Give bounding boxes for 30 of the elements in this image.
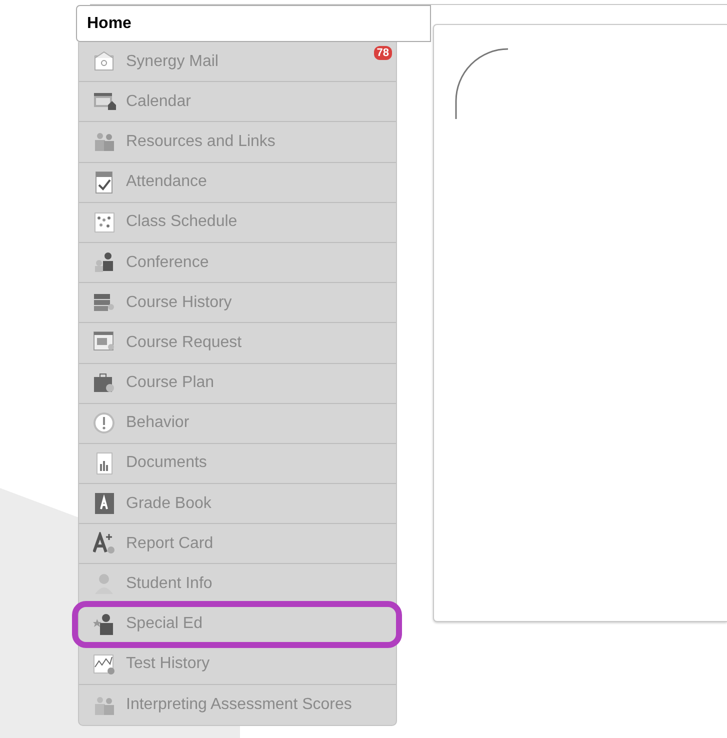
menu-item[interactable]: Grade Book [79, 484, 396, 524]
menu-item[interactable]: Behavior [79, 404, 396, 444]
menu-item[interactable]: Report Card [79, 524, 396, 564]
menu-item[interactable]: Course Request [79, 323, 396, 364]
menu-icon [93, 130, 116, 154]
menu-item[interactable]: Student Info [79, 564, 396, 605]
menu-icon [93, 50, 116, 74]
menu-item[interactable]: Resources and Links [79, 122, 396, 163]
menu-item[interactable]: Class Schedule [79, 202, 396, 243]
menu-item[interactable]: Documents [79, 444, 396, 484]
menu-icon [93, 492, 116, 516]
menu-icon [93, 652, 116, 676]
menu-item[interactable]: Interpreting Assessment Scores [79, 685, 396, 726]
menu-item[interactable]: Attendance [79, 162, 396, 203]
menu-icon [93, 612, 116, 636]
menu-icon [93, 532, 116, 556]
menu-icon [93, 210, 116, 234]
menu-icon [93, 372, 116, 395]
page-title: Home [76, 5, 431, 42]
menu-item[interactable]: Synergy Mail 78 [79, 42, 396, 82]
menu-item[interactable]: Calendar [79, 82, 396, 122]
menu-icon [93, 572, 116, 596]
menu-icon [93, 412, 116, 435]
menu-item[interactable]: Course History [79, 283, 396, 324]
menu-item[interactable]: Conference [79, 242, 396, 284]
menu-item[interactable]: Special Ed [79, 604, 396, 645]
unread-count-badge: 78 [374, 46, 392, 60]
menu-item[interactable]: Test History [79, 644, 396, 685]
menu-icon [93, 251, 116, 274]
menu-item[interactable]: Course Plan [79, 364, 396, 404]
